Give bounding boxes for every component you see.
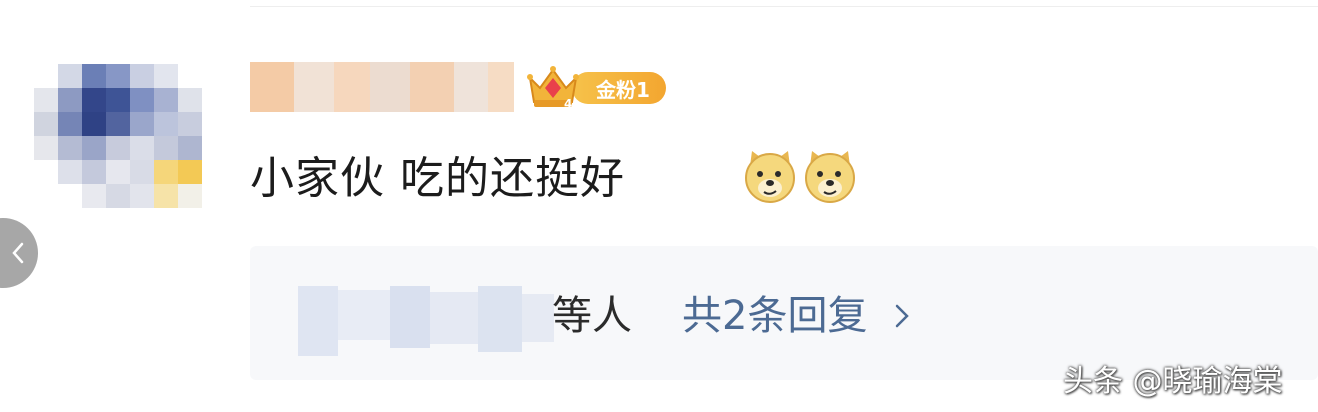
fan-badge-label: 金粉1 [572, 72, 666, 104]
divider [250, 6, 1318, 7]
reply-users-blurred [270, 280, 554, 360]
fan-badge: 金粉1 4 [526, 64, 668, 110]
view-replies-link[interactable]: 共2条回复 [682, 287, 911, 345]
back-button[interactable] [0, 218, 38, 288]
crown-icon: 4 [527, 66, 579, 110]
view-replies-label: 共2条回复 [682, 293, 868, 339]
avatar[interactable] [34, 64, 202, 212]
chevron-left-icon [12, 242, 24, 264]
watermark: 头条 @晓瑜海棠 [1063, 364, 1283, 399]
username-blurred[interactable] [250, 62, 514, 112]
doge-emoji-icon [805, 151, 855, 203]
comment-text: 小家伙 吃的还挺好 [250, 153, 625, 204]
reply-users-suffix: 等人 [552, 293, 632, 339]
svg-text:4: 4 [564, 97, 572, 110]
doge-emoji-icon [745, 151, 795, 203]
chevron-right-icon [896, 304, 910, 328]
